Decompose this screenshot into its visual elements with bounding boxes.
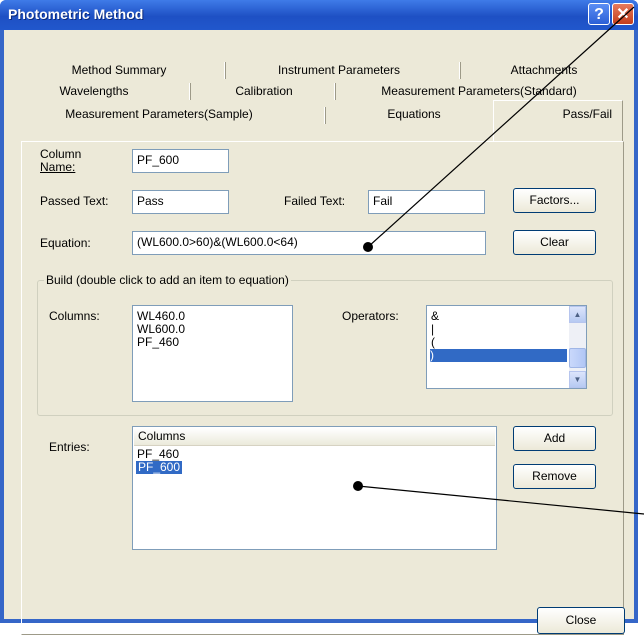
equation-callout-dot: [363, 242, 373, 252]
equation-callout-line: [367, 6, 635, 248]
entries-callout-line: [357, 485, 644, 515]
callout-lines: [357, 6, 644, 515]
entries-callout-dot: [353, 481, 363, 491]
